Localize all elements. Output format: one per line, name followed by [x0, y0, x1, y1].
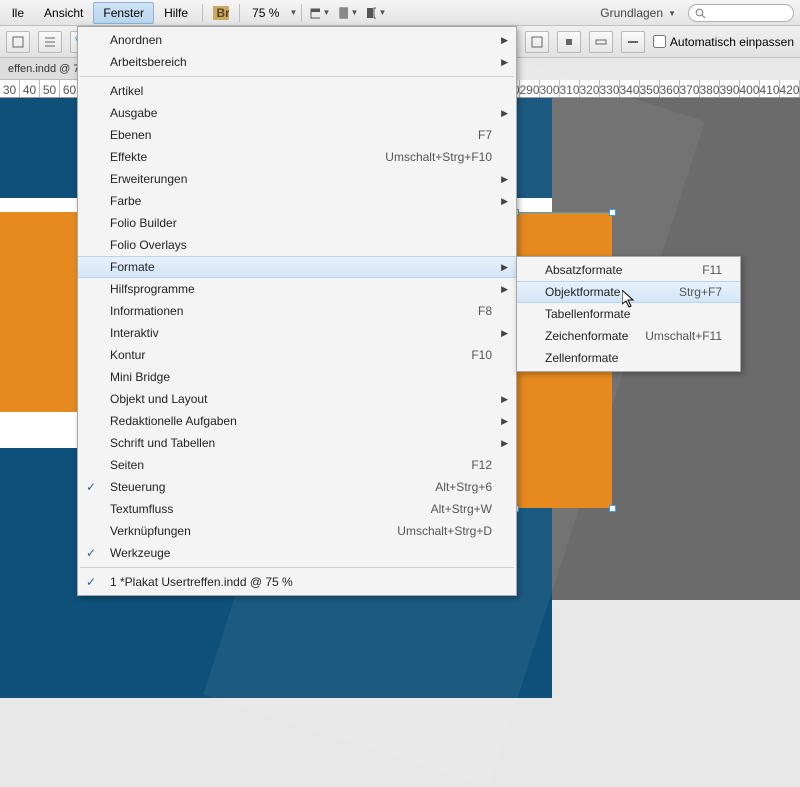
menu-item[interactable]: InformationenF8: [78, 300, 516, 322]
menu-item-hilfe[interactable]: Hilfe: [154, 2, 198, 24]
fit-btn-5[interactable]: [621, 31, 645, 53]
menu-item[interactable]: Formate▶: [78, 256, 516, 278]
fenster-menu: Anordnen▶Arbeitsbereich▶ArtikelAusgabe▶E…: [77, 26, 517, 596]
menu-item[interactable]: ✓Werkzeuge: [78, 542, 516, 564]
submenu-item[interactable]: AbsatzformateF11: [517, 259, 740, 281]
menu-item[interactable]: ✓SteuerungAlt+Strg+6: [78, 476, 516, 498]
menu-item[interactable]: Arbeitsbereich▶: [78, 51, 516, 73]
menu-item[interactable]: Folio Overlays: [78, 234, 516, 256]
menu-item[interactable]: EffekteUmschalt+Strg+F10: [78, 146, 516, 168]
menu-item[interactable]: Redaktionelle Aufgaben▶: [78, 410, 516, 432]
view-icon[interactable]: ▼: [366, 3, 386, 23]
menu-item[interactable]: Folio Builder: [78, 212, 516, 234]
formate-submenu: AbsatzformateF11ObjektformateStrg+F7Tabe…: [516, 256, 741, 372]
svg-text:Br: Br: [217, 6, 230, 20]
menu-item[interactable]: KonturF10: [78, 344, 516, 366]
tool-btn-2[interactable]: [38, 31, 62, 53]
menu-item[interactable]: ✓1 *Plakat Usertreffen.indd @ 75 %: [78, 571, 516, 593]
menu-item[interactable]: Objekt und Layout▶: [78, 388, 516, 410]
menu-item[interactable]: Erweiterungen▶: [78, 168, 516, 190]
submenu-item[interactable]: Zellenformate: [517, 347, 740, 369]
submenu-item[interactable]: ZeichenformateUmschalt+F11: [517, 325, 740, 347]
menu-item-0[interactable]: lle: [2, 2, 34, 24]
arrange-icon[interactable]: ▼: [338, 3, 358, 23]
menu-item[interactable]: VerknüpfungenUmschalt+Strg+D: [78, 520, 516, 542]
menu-item-fenster[interactable]: Fenster: [93, 2, 154, 24]
menu-item[interactable]: TextumflussAlt+Strg+W: [78, 498, 516, 520]
menu-item[interactable]: Mini Bridge: [78, 366, 516, 388]
menu-item[interactable]: SeitenF12: [78, 454, 516, 476]
auto-fit-checkbox[interactable]: Automatisch einpassen: [653, 35, 794, 49]
workspace-selector[interactable]: Grundlagen ▼: [600, 5, 676, 21]
menu-item-ansicht[interactable]: Ansicht: [34, 2, 93, 24]
menu-item[interactable]: Farbe▶: [78, 190, 516, 212]
tool-btn-1[interactable]: [6, 31, 30, 53]
menu-item[interactable]: Hilfsprogramme▶: [78, 278, 516, 300]
menu-item[interactable]: Ausgabe▶: [78, 102, 516, 124]
fit-btn-4[interactable]: [589, 31, 613, 53]
menu-item[interactable]: Artikel: [78, 80, 516, 102]
fit-btn-3[interactable]: [557, 31, 581, 53]
fit-btn-2[interactable]: [525, 31, 549, 53]
menu-item[interactable]: Anordnen▶: [78, 29, 516, 51]
submenu-item[interactable]: ObjektformateStrg+F7: [517, 281, 740, 303]
selection-handle[interactable]: [609, 209, 616, 216]
search-input[interactable]: [688, 4, 794, 22]
bridge-icon[interactable]: Br: [211, 3, 231, 23]
submenu-item[interactable]: Tabellenformate: [517, 303, 740, 325]
menu-item[interactable]: Schrift und Tabellen▶: [78, 432, 516, 454]
menu-item[interactable]: Interaktiv▶: [78, 322, 516, 344]
chevron-down-icon[interactable]: ▼: [289, 8, 297, 17]
screen-mode-icon[interactable]: ▼: [310, 3, 330, 23]
menu-item[interactable]: EbenenF7: [78, 124, 516, 146]
selection-handle[interactable]: [609, 505, 616, 512]
menubar: lle Ansicht Fenster Hilfe Br 75 % ▼ ▼ ▼ …: [0, 0, 800, 26]
zoom-level[interactable]: 75 %: [252, 6, 279, 20]
